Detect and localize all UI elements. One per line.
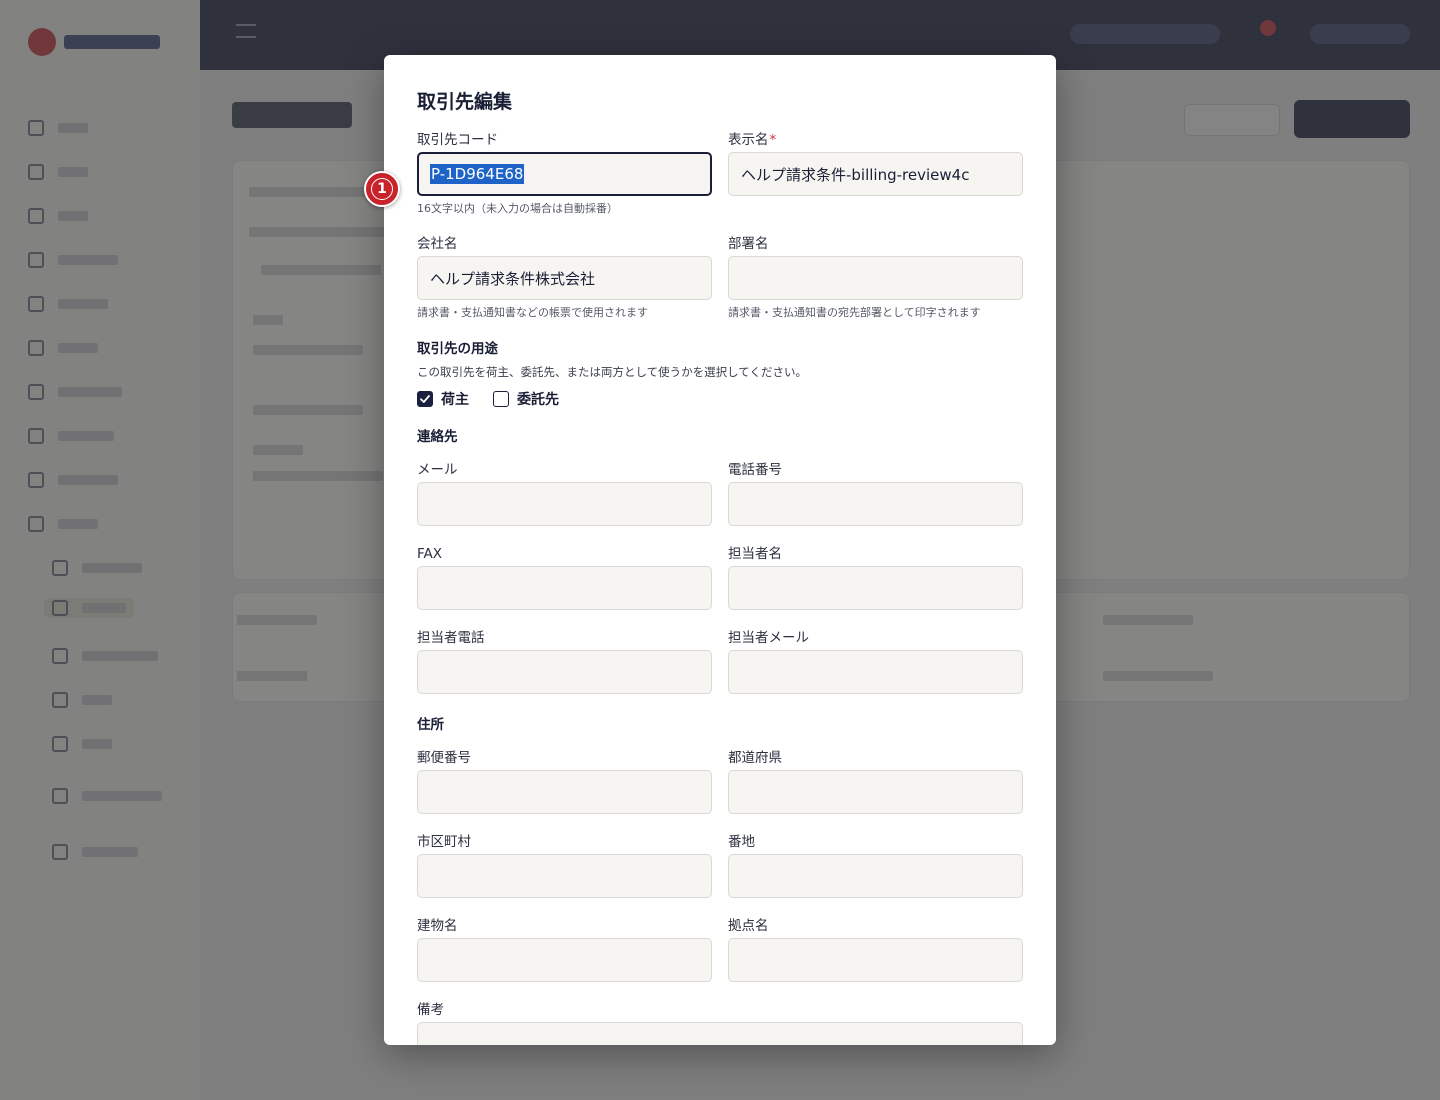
notes-field: 備考 [417, 1000, 1023, 1045]
company-name-input[interactable]: ヘルプ請求条件株式会社 [417, 256, 712, 300]
edit-partner-dialog: 取引先編集 取引先コード P-1D964E68 16文字以内（未入力の場合は自動… [384, 55, 1056, 1045]
department-input[interactable] [728, 256, 1023, 300]
city-input[interactable] [417, 854, 712, 898]
fax-input[interactable] [417, 566, 712, 610]
department-hint: 請求書・支払通知書の宛先部署として印字されます [728, 306, 981, 319]
prefecture-input[interactable] [728, 770, 1023, 814]
contractor-label: 委託先 [517, 392, 559, 408]
email-input[interactable] [417, 482, 712, 526]
city-label: 市区町村 [417, 834, 471, 850]
shipper-label: 荷主 [441, 392, 469, 408]
partner-code-field: 取引先コード P-1D964E68 16文字以内（未入力の場合は自動採番） [417, 130, 712, 216]
contact-person-field: 担当者名 [728, 544, 1023, 610]
partner-code-input[interactable]: P-1D964E68 [417, 152, 712, 196]
building-field: 建物名 [417, 916, 712, 982]
step-marker-number: 1 [371, 178, 393, 200]
shipper-checkbox[interactable]: 荷主 [417, 389, 469, 409]
postal-code-field: 郵便番号 [417, 748, 712, 814]
fax-label: FAX [417, 546, 443, 562]
site-field: 拠点名 [728, 916, 1023, 982]
usage-options: 荷主 委託先 [417, 389, 559, 409]
company-name-label: 会社名 [417, 236, 458, 252]
prefecture-label: 都道府県 [728, 750, 782, 766]
email-label: メール [417, 462, 458, 478]
site-label: 拠点名 [728, 918, 769, 934]
phone-field: 電話番号 [728, 460, 1023, 526]
city-field: 市区町村 [417, 832, 712, 898]
partner-code-value: P-1D964E68 [430, 164, 525, 184]
contact-person-email-label: 担当者メール [728, 630, 809, 646]
display-name-field: 表示名* ヘルプ請求条件-billing-review4c [728, 130, 1023, 196]
contact-person-label: 担当者名 [728, 546, 782, 562]
company-name-field: 会社名 ヘルプ請求条件株式会社 請求書・支払通知書などの帳票で使用されます [417, 234, 712, 320]
building-input[interactable] [417, 938, 712, 982]
contractor-checkbox[interactable]: 委託先 [493, 389, 559, 409]
contact-person-phone-field: 担当者電話 [417, 628, 712, 694]
phone-input[interactable] [728, 482, 1023, 526]
checkbox-unchecked-icon[interactable] [493, 391, 509, 407]
postal-code-input[interactable] [417, 770, 712, 814]
checkbox-checked-icon[interactable] [417, 391, 433, 407]
contact-person-phone-label: 担当者電話 [417, 630, 485, 646]
site-input[interactable] [728, 938, 1023, 982]
phone-label: 電話番号 [728, 462, 782, 478]
display-name-input[interactable]: ヘルプ請求条件-billing-review4c [728, 152, 1023, 196]
notes-textarea[interactable] [417, 1022, 1023, 1045]
contact-person-email-field: 担当者メール [728, 628, 1023, 694]
street-input[interactable] [728, 854, 1023, 898]
street-field: 番地 [728, 832, 1023, 898]
street-label: 番地 [728, 834, 755, 850]
usage-description: この取引先を荷主、委託先、または両方として使うかを選択してください。 [417, 365, 807, 379]
partner-code-label: 取引先コード [417, 132, 498, 148]
building-label: 建物名 [417, 918, 458, 934]
partner-code-hint: 16文字以内（未入力の場合は自動採番） [417, 202, 618, 215]
required-mark: * [769, 132, 777, 148]
contact-person-input[interactable] [728, 566, 1023, 610]
notes-label: 備考 [417, 1002, 444, 1018]
email-field: メール [417, 460, 712, 526]
prefecture-field: 都道府県 [728, 748, 1023, 814]
company-name-hint: 請求書・支払通知書などの帳票で使用されます [417, 306, 648, 319]
address-section-title: 住所 [417, 717, 444, 733]
dialog-title: 取引先編集 [417, 91, 513, 113]
step-marker-badge: 1 [364, 171, 400, 207]
usage-section-title: 取引先の用途 [417, 341, 498, 357]
display-name-label-text: 表示名 [728, 132, 769, 148]
fax-field: FAX [417, 544, 712, 610]
postal-code-label: 郵便番号 [417, 750, 471, 766]
department-label: 部署名 [728, 236, 769, 252]
department-field: 部署名 請求書・支払通知書の宛先部署として印字されます [728, 234, 1023, 320]
contact-person-phone-input[interactable] [417, 650, 712, 694]
contact-section-title: 連絡先 [417, 429, 458, 445]
contact-person-email-input[interactable] [728, 650, 1023, 694]
display-name-label: 表示名* [728, 130, 1023, 150]
